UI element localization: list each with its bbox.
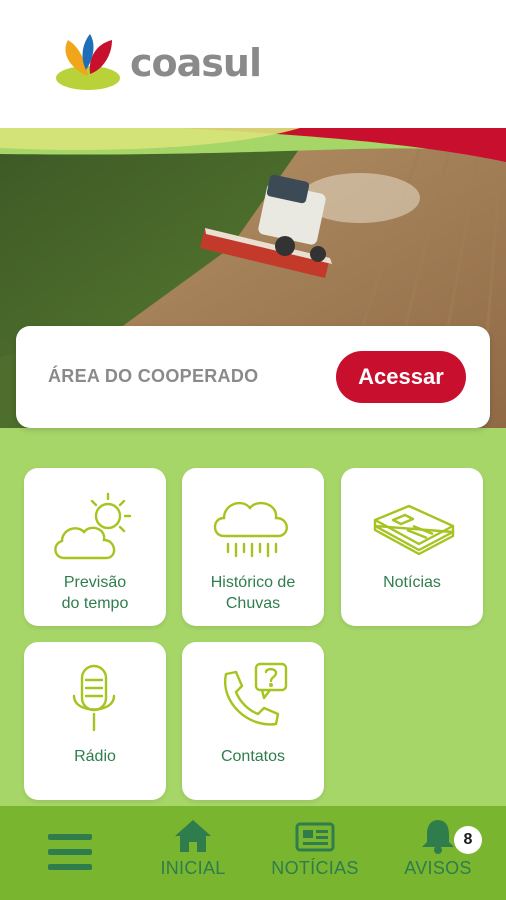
tile-label-news: Notícias — [383, 574, 441, 591]
cooperado-area-card: ÁREA DO COOPERADO Acessar — [16, 326, 490, 428]
weather-icon — [54, 492, 132, 560]
tile-weather-forecast[interactable]: Previsão do tempo — [24, 468, 166, 626]
cooperado-area-label: ÁREA DO COOPERADO — [48, 366, 259, 386]
home-icon — [175, 820, 211, 852]
avisos-count-badge: 8 — [454, 826, 482, 854]
phone-question-icon — [223, 662, 288, 726]
tile-label-radio: Rádio — [74, 748, 116, 765]
nav-item-noticias[interactable]: NOTÍCIAS — [270, 818, 360, 896]
tile-rain-history[interactable]: Histórico de Chuvas — [182, 468, 324, 626]
tile-label-contacts: Contatos — [220, 748, 286, 765]
microphone-icon — [72, 664, 116, 732]
rain-cloud-icon — [213, 501, 288, 558]
tile-label-weather: Previsão do tempo — [61, 574, 129, 612]
newspaper-icon — [373, 504, 455, 556]
coasul-logo: coasul — [52, 30, 262, 92]
menu-button[interactable] — [48, 832, 92, 872]
nav-label-avisos: AVISOS — [404, 858, 472, 878]
hamburger-icon — [48, 834, 92, 870]
nav-item-inicial[interactable]: INICIAL — [155, 818, 231, 896]
tile-radio[interactable]: Rádio — [24, 642, 166, 800]
bottom-navigation: INICIAL NOTÍCIAS AVISOS — [0, 806, 506, 900]
coasul-logo-icon — [56, 34, 120, 90]
tile-label-rain-history: Histórico de Chuvas — [210, 574, 296, 612]
access-button[interactable]: Acessar — [336, 351, 466, 403]
bell-icon — [422, 820, 454, 854]
app-header: coasul — [0, 0, 506, 128]
news-icon — [295, 822, 335, 852]
brand-name: coasul — [130, 41, 262, 85]
tile-news[interactable]: Notícias — [341, 468, 483, 626]
nav-label-inicial: INICIAL — [160, 858, 226, 878]
tile-contacts[interactable]: Contatos — [182, 642, 324, 800]
nav-label-noticias: NOTÍCIAS — [271, 858, 359, 878]
